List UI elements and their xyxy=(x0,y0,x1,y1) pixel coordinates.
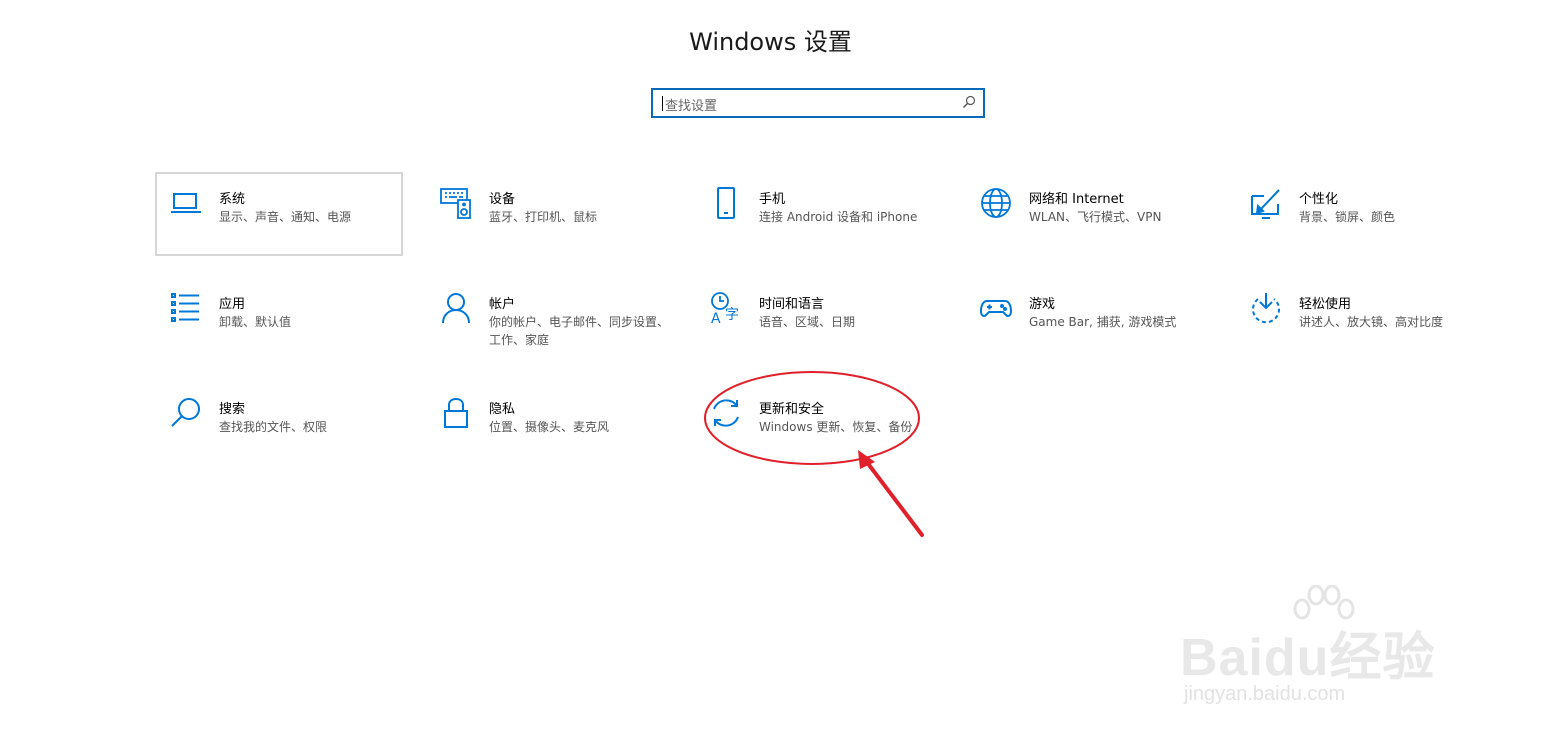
tile-label: 轻松使用 xyxy=(1299,297,1352,312)
tile-description: 讲述人、放大镜、高对比度 xyxy=(1299,315,1444,329)
tile-label: 帐户 xyxy=(489,297,516,312)
tile-description: 背景、锁屏、颜色 xyxy=(1299,210,1396,224)
tile-label: 时间和语言 xyxy=(759,297,825,312)
watermark: Baidu经验 jingyan.baidu.com xyxy=(1180,585,1470,735)
tile-apps[interactable]: 应用 卸载、默认值 xyxy=(155,277,403,361)
search-magnifier-icon xyxy=(169,396,203,430)
page-title: Windows 设置 xyxy=(689,28,852,56)
tile-gaming[interactable]: 游戏 Game Bar, 捕获, 游戏模式 xyxy=(965,277,1213,361)
tile-network[interactable]: 网络和 Internet WLAN、飞行模式、VPN xyxy=(965,172,1213,256)
devices-icon xyxy=(439,186,473,220)
tile-description: 连接 Android 设备和 iPhone xyxy=(759,210,918,224)
watermark-brand: Baidu经验 xyxy=(1180,629,1436,687)
phone-icon xyxy=(709,186,743,220)
tile-ease-of-access[interactable]: 轻松使用 讲述人、放大镜、高对比度 xyxy=(1235,277,1483,361)
apps-list-icon xyxy=(169,291,203,325)
watermark-site: jingyan.baidu.com xyxy=(1184,683,1346,705)
tile-devices[interactable]: 设备 蓝牙、打印机、鼠标 xyxy=(425,172,673,256)
svg-text:字: 字 xyxy=(725,307,739,323)
tile-description: 蓝牙、打印机、鼠标 xyxy=(489,210,598,224)
search-input[interactable]: 查找设置 xyxy=(665,95,717,114)
tile-description: 查找我的文件、权限 xyxy=(219,420,328,434)
lock-icon xyxy=(439,396,473,430)
tile-label: 手机 xyxy=(759,192,786,207)
tile-label: 个性化 xyxy=(1299,192,1339,207)
tile-description: WLAN、飞行模式、VPN xyxy=(1029,210,1162,224)
tile-label: 隐私 xyxy=(489,402,516,417)
globe-icon xyxy=(979,186,1013,220)
ease-of-access-icon xyxy=(1249,291,1283,325)
search-box[interactable]: 查找设置 xyxy=(651,88,985,118)
tile-label: 应用 xyxy=(219,297,246,312)
person-icon xyxy=(439,291,473,325)
tile-personalization[interactable]: 个性化 背景、锁屏、颜色 xyxy=(1235,172,1483,256)
tile-description: Game Bar, 捕获, 游戏模式 xyxy=(1029,315,1177,329)
tile-label: 游戏 xyxy=(1029,297,1056,312)
gamepad-icon xyxy=(979,291,1013,325)
svg-text:A: A xyxy=(711,311,721,325)
time-language-icon: A 字 xyxy=(709,291,743,325)
search-icon[interactable] xyxy=(962,95,976,109)
tile-time-language[interactable]: A 字 时间和语言 语音、区域、日期 xyxy=(695,277,943,361)
text-caret xyxy=(662,96,663,111)
tile-accounts[interactable]: 帐户 你的帐户、电子邮件、同步设置、工作、家庭 xyxy=(425,277,673,361)
tile-label: 网络和 Internet xyxy=(1029,192,1124,207)
tile-description: Windows 更新、恢复、备份 xyxy=(759,420,913,434)
tile-label: 系统 xyxy=(219,192,246,207)
laptop-icon xyxy=(169,186,203,220)
tile-privacy[interactable]: 隐私 位置、摄像头、麦克风 xyxy=(425,382,673,466)
tile-description: 显示、声音、通知、电源 xyxy=(219,210,352,224)
tile-description: 语音、区域、日期 xyxy=(759,315,856,329)
sync-icon xyxy=(709,396,743,430)
tile-label: 更新和安全 xyxy=(759,402,825,417)
tile-label: 搜索 xyxy=(219,402,246,417)
personalization-icon xyxy=(1249,186,1283,220)
tile-phone[interactable]: 手机 连接 Android 设备和 iPhone xyxy=(695,172,943,256)
tile-search[interactable]: 搜索 查找我的文件、权限 xyxy=(155,382,403,466)
tile-description: 你的帐户、电子邮件、同步设置、工作、家庭 xyxy=(489,315,670,347)
tile-system[interactable]: 系统 显示、声音、通知、电源 xyxy=(155,172,403,256)
tile-label: 设备 xyxy=(489,192,516,207)
tile-description: 卸载、默认值 xyxy=(219,315,292,329)
tile-description: 位置、摄像头、麦克风 xyxy=(489,420,610,434)
tile-update-security[interactable]: 更新和安全 Windows 更新、恢复、备份 xyxy=(695,382,943,466)
